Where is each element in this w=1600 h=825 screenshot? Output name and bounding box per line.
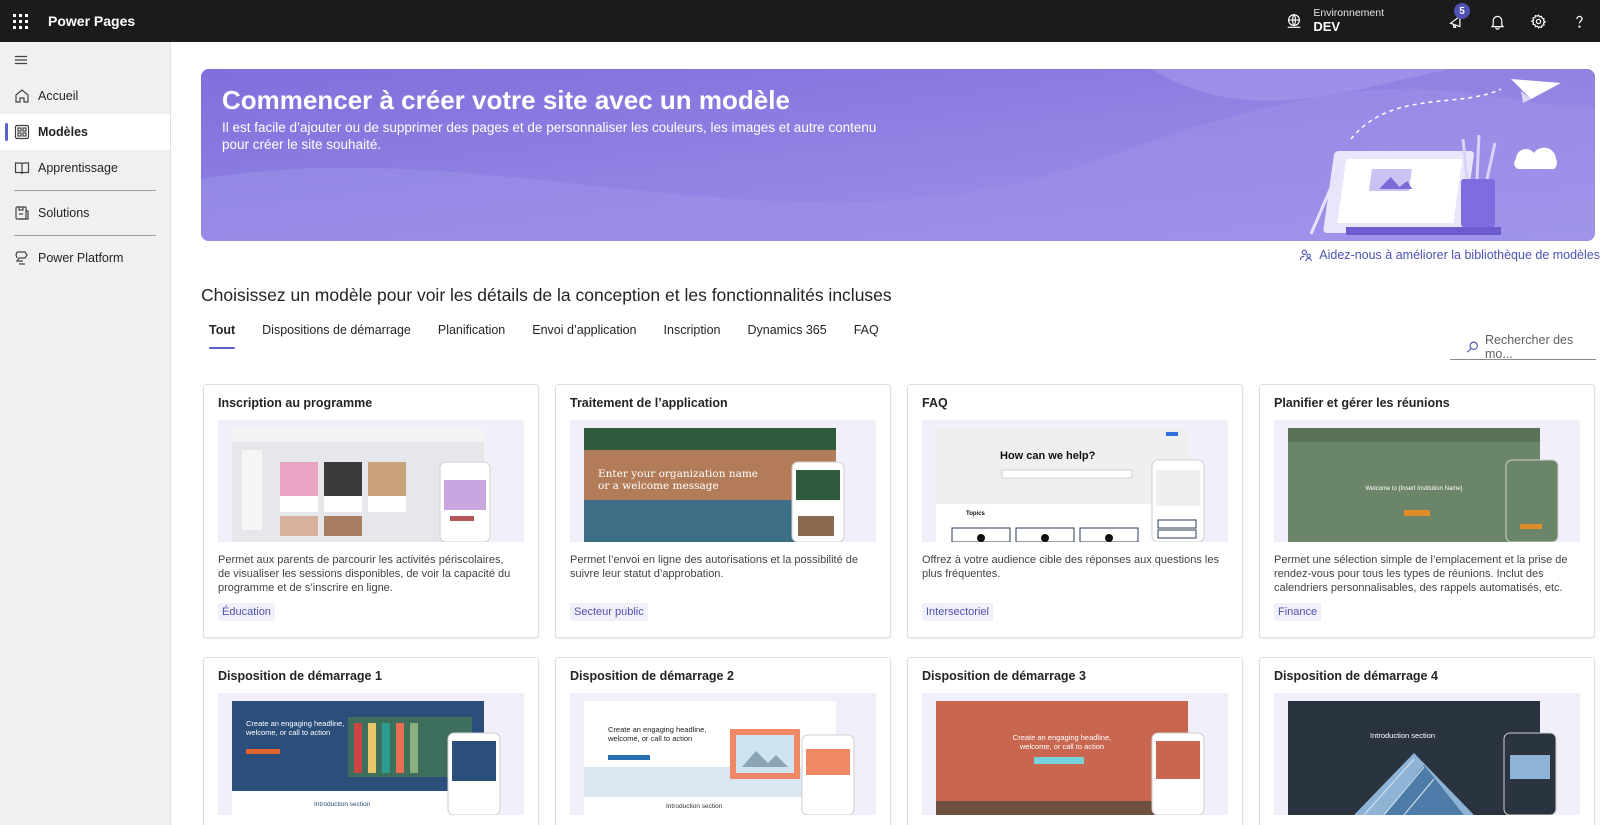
template-thumbnail: Create an engaging headline, welcome, or… (922, 693, 1228, 815)
hero-banner: Commencer à créer votre site avec un mod… (201, 69, 1595, 241)
waffle-icon (12, 13, 28, 29)
template-thumbnail (218, 420, 524, 542)
thumbnail-headline: Create an engaging headline, welcome, or… (608, 725, 707, 743)
card-title: FAQ (922, 396, 948, 410)
sidebar: Accueil Modèles Apprentissage Solutions … (0, 42, 171, 825)
help-button[interactable] (1559, 0, 1600, 42)
hamburger-icon (14, 55, 28, 65)
template-thumbnail: Enter your organization name or a welcom… (570, 420, 876, 542)
environment-label: Environnement (1313, 7, 1384, 20)
notification-badge: 5 (1454, 3, 1470, 19)
card-title: Planifier et gérer les réunions (1274, 396, 1450, 410)
template-card-disposition-2[interactable]: Disposition de démarrage 2 Create an eng… (555, 657, 891, 825)
environment-picker[interactable]: Environnement DEV (1285, 8, 1384, 34)
thumbnail-headline: Introduction section (1370, 731, 1436, 740)
template-card-disposition-1[interactable]: Disposition de démarrage 1 Create an eng… (203, 657, 539, 825)
globe-icon (1288, 14, 1301, 28)
thumbnail-headline: Create an engaging headline, welcome, or… (246, 719, 345, 737)
card-description: Permet aux parents de parcourir les acti… (218, 554, 511, 594)
sidebar-item-label: Apprentissage (38, 161, 118, 175)
feedback-people-icon (1300, 249, 1313, 262)
card-title: Traitement de l’application (570, 396, 728, 410)
category-tag[interactable]: Intersectoriel (922, 603, 993, 621)
thumbnail-headline: How can we help? (1000, 450, 1096, 462)
tab-dynamics-365[interactable]: Dynamics 365 (740, 321, 835, 349)
sidebar-item-solutions[interactable]: Solutions (0, 195, 170, 231)
environment-value: DEV (1313, 18, 1341, 34)
card-title: Disposition de démarrage 1 (218, 669, 382, 683)
card-description: Offrez à votre audience cible des répons… (922, 554, 1219, 580)
thumbnail-headline: Create an engaging headline, welcome, or… (1012, 733, 1112, 751)
gear-icon (1530, 13, 1547, 29)
sidebar-item-apprentissage[interactable]: Apprentissage (0, 150, 170, 186)
search-templates-input[interactable]: Rechercher des mo... (1450, 332, 1596, 361)
improve-library-link[interactable]: Aidez-nous à améliorer la bibliothèque d… (1299, 248, 1600, 262)
question-mark-icon (1576, 15, 1583, 28)
card-description: Permet l’envoi en ligne des autorisation… (570, 554, 858, 580)
settings-button[interactable] (1518, 0, 1559, 42)
tab-inscription[interactable]: Inscription (656, 321, 729, 349)
section-title: Choisissez un modèle pour voir les détai… (201, 285, 892, 305)
bell-icon (1490, 15, 1505, 30)
sidebar-item-accueil[interactable]: Accueil (0, 78, 170, 114)
thumbnail-headline: Welcome to {Insert Institution Name} (1365, 486, 1463, 492)
notifications-button[interactable] (1477, 0, 1518, 42)
sidebar-item-label: Modèles (38, 125, 89, 139)
template-card-disposition-4[interactable]: Disposition de démarrage 4 Introduction … (1259, 657, 1595, 825)
search-icon (1466, 341, 1478, 353)
template-thumbnail: How can we help? Topics (922, 420, 1228, 542)
tab-faq[interactable]: FAQ (846, 321, 887, 349)
category-tag[interactable]: Éducation (218, 603, 275, 621)
sidebar-divider (14, 190, 156, 191)
filter-tabs: Tout Dispositions de démarrage Planifica… (201, 321, 898, 349)
template-card-traitement-application[interactable]: Traitement de l’application Enter your o… (555, 384, 891, 638)
thumbnail-headline: Enter your organization name or a welcom… (598, 468, 759, 492)
category-tag[interactable]: Finance (1274, 603, 1322, 621)
collapse-nav-button[interactable] (0, 42, 170, 78)
thumbnail-subheading: Introduction section (666, 803, 723, 810)
template-card-faq[interactable]: FAQ How can we help? Topics Offrez à vot… (907, 384, 1243, 638)
thumbnail-subheading: Topics (966, 511, 985, 517)
book-icon (14, 160, 30, 176)
thumbnail-subheading: Introduction section (314, 801, 371, 808)
search-placeholder: Rechercher des mo... (1485, 332, 1574, 361)
card-title: Inscription au programme (218, 396, 373, 410)
power-platform-icon (14, 250, 30, 266)
template-thumbnail: Introduction section (1274, 693, 1580, 815)
home-icon (14, 88, 30, 104)
sidebar-item-label: Solutions (38, 206, 90, 220)
sidebar-divider (14, 235, 156, 236)
template-thumbnail: Create an engaging headline, welcome, or… (570, 693, 876, 815)
tab-dispositions-demarrage[interactable]: Dispositions de démarrage (254, 321, 419, 349)
card-title: Disposition de démarrage 4 (1274, 669, 1438, 683)
banner-subtitle: Il est facile d’ajouter ou de supprimer … (222, 120, 877, 152)
tab-tout[interactable]: Tout (201, 321, 243, 349)
template-card-disposition-3[interactable]: Disposition de démarrage 3 Create an eng… (907, 657, 1243, 825)
tab-envoi-application[interactable]: Envoi d’application (524, 321, 644, 349)
announcements-button[interactable]: 5 (1436, 0, 1477, 42)
app-title[interactable]: Power Pages (48, 13, 135, 29)
templates-icon (14, 124, 30, 140)
card-description: Permet une sélection simple de l’emplace… (1274, 554, 1568, 594)
card-title: Disposition de démarrage 2 (570, 669, 734, 683)
improve-library-label: Aidez-nous à améliorer la bibliothèque d… (1319, 248, 1600, 262)
category-tag[interactable]: Secteur public (570, 603, 648, 621)
solutions-icon (14, 205, 30, 221)
top-bar: Power Pages Environnement DEV 5 (0, 0, 1600, 42)
template-thumbnail: Create an engaging headline, welcome, or… (218, 693, 524, 815)
app-launcher-button[interactable] (0, 0, 40, 42)
sidebar-item-power-platform[interactable]: Power Platform (0, 240, 170, 276)
sidebar-item-label: Accueil (38, 89, 79, 103)
tab-planification[interactable]: Planification (430, 321, 513, 349)
card-title: Disposition de démarrage 3 (922, 669, 1086, 683)
banner-title: Commencer à créer votre site avec un mod… (222, 85, 790, 115)
template-thumbnail: Welcome to {Insert Institution Name} (1274, 420, 1580, 542)
sidebar-item-modeles[interactable]: Modèles (0, 114, 170, 150)
template-card-planifier-reunions[interactable]: Planifier et gérer les réunions Welcome … (1259, 384, 1595, 638)
template-card-inscription-programme[interactable]: Inscription au programme Permet aux pare… (203, 384, 539, 638)
sidebar-item-label: Power Platform (38, 251, 124, 265)
